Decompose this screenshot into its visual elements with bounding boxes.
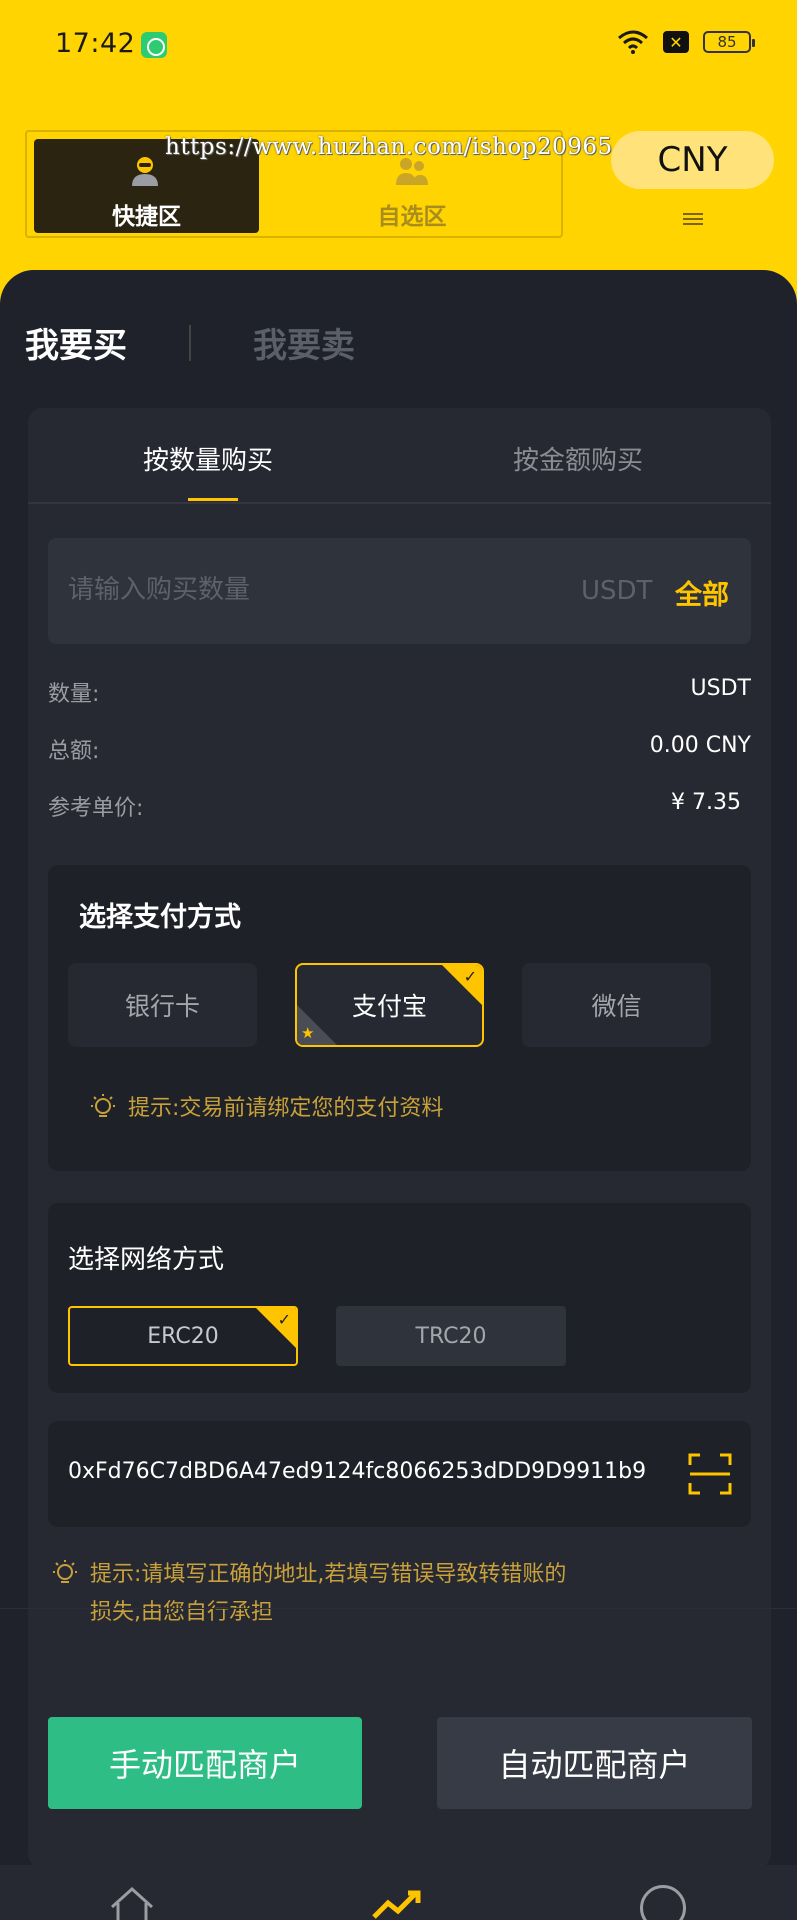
main-panel: 我要买 我要卖 按数量购买 按金额购买 USDT 全部 数量: USDT 总额:… xyxy=(0,270,797,1920)
address-box[interactable]: 0xFd76C7dBD6A47ed9124fc8066253dDD9D9911b… xyxy=(48,1421,751,1527)
tab-divider xyxy=(189,324,191,361)
quantity-input[interactable] xyxy=(68,568,548,612)
buy-mode-tabs: 按数量购买 按金额购买 xyxy=(28,408,771,504)
zone-quick-label: 快捷区 xyxy=(112,204,181,230)
network-option-erc20[interactable]: ✓ ERC20 xyxy=(68,1306,298,1366)
quantity-unit: USDT xyxy=(581,576,653,606)
bulb-icon xyxy=(53,1560,77,1583)
payment-option-label: 微信 xyxy=(591,992,642,1021)
bulb-icon xyxy=(91,1094,115,1117)
status-bar: 17:42 ✕ 85 xyxy=(0,0,797,90)
network-option-label: ERC20 xyxy=(147,1323,219,1349)
manual-match-button[interactable]: 手动匹配商户 xyxy=(48,1717,362,1809)
payment-option-alipay[interactable]: ✓ ★ 支付宝 xyxy=(295,963,484,1047)
market-icon[interactable] xyxy=(372,1887,424,1920)
watermark-text: https://www.huzhan.com/ishop20965 xyxy=(165,134,613,160)
status-indicators: ✕ 85 xyxy=(617,30,755,54)
close-box-icon: ✕ xyxy=(663,31,689,53)
total-label: 总额: xyxy=(48,739,100,764)
wifi-icon xyxy=(618,30,648,54)
trade-tabs: 我要买 我要卖 xyxy=(25,318,355,367)
app-notification-icon xyxy=(141,32,167,58)
check-icon: ✓ xyxy=(463,967,477,986)
total-value: 0.00 CNY xyxy=(649,733,751,758)
payment-option-wechat[interactable]: 微信 xyxy=(522,963,711,1047)
payment-tip: 提示:交易前请绑定您的支付资料 xyxy=(88,1090,443,1128)
zone-custom-label: 自选区 xyxy=(377,204,447,230)
address-tip-line: 提示:请填写正确的地址,若填写错误导致转错账的 xyxy=(90,1562,567,1587)
circle-icon[interactable] xyxy=(640,1885,686,1920)
battery-icon: 85 xyxy=(703,31,755,53)
address-tip-text: 提示:请填写正确的地址,若填写错误导致转错账的 损失,由您自行承担 xyxy=(90,1556,566,1632)
auto-match-button[interactable]: 自动匹配商户 xyxy=(437,1717,752,1809)
quantity-input-box: USDT 全部 xyxy=(48,538,751,644)
address-tip-line: 损失,由您自行承担 xyxy=(90,1600,273,1625)
bottom-nav xyxy=(0,1865,797,1920)
network-method-box: 选择网络方式 ✓ ERC20 TRC20 xyxy=(48,1203,751,1393)
check-icon: ✓ xyxy=(277,1310,291,1329)
currency-selector[interactable]: CNY xyxy=(611,131,774,189)
payment-tip-text: 提示:交易前请绑定您的支付资料 xyxy=(128,1096,444,1121)
network-option-trc20[interactable]: TRC20 xyxy=(336,1306,566,1366)
divider xyxy=(0,1608,797,1609)
all-button[interactable]: 全部 xyxy=(675,573,729,612)
menu-icon[interactable] xyxy=(683,213,703,225)
payment-option-label: 银行卡 xyxy=(124,992,200,1021)
quantity-value: USDT xyxy=(690,676,751,701)
payment-option-label: 支付宝 xyxy=(351,992,427,1021)
network-option-label: TRC20 xyxy=(415,1323,487,1349)
scan-icon[interactable] xyxy=(688,1453,732,1495)
tab-sell[interactable]: 我要卖 xyxy=(253,318,355,367)
buy-form: 按数量购买 按金额购买 USDT 全部 数量: USDT 总额: 0.00 CN… xyxy=(28,408,771,1868)
wallet-address[interactable]: 0xFd76C7dBD6A47ed9124fc8066253dDD9D9911b… xyxy=(68,1459,668,1484)
payment-title: 选择支付方式 xyxy=(79,902,241,933)
tab-buy[interactable]: 我要买 xyxy=(25,318,127,367)
payment-option-bank[interactable]: 银行卡 xyxy=(68,963,257,1047)
payment-method-box: 选择支付方式 银行卡 ✓ ★ 支付宝 微信 提示:交易前请绑定您的支付资料 xyxy=(48,865,751,1171)
address-tip: 提示:请填写正确的地址,若填写错误导致转错账的 损失,由您自行承担 xyxy=(50,1556,566,1632)
tab-buy-by-quantity[interactable]: 按数量购买 xyxy=(143,440,273,477)
network-title: 选择网络方式 xyxy=(68,1245,225,1275)
quantity-label: 数量: xyxy=(48,682,100,707)
price-label: 参考单价: xyxy=(48,796,144,821)
robot-user-icon xyxy=(132,157,158,186)
home-icon[interactable] xyxy=(108,1885,156,1920)
active-tab-underline xyxy=(188,498,238,501)
status-time: 17:42 xyxy=(55,28,136,59)
tab-buy-by-amount[interactable]: 按金额购买 xyxy=(513,440,643,477)
star-icon: ★ xyxy=(301,1024,315,1042)
price-value: ¥ 7.35 xyxy=(671,790,741,815)
